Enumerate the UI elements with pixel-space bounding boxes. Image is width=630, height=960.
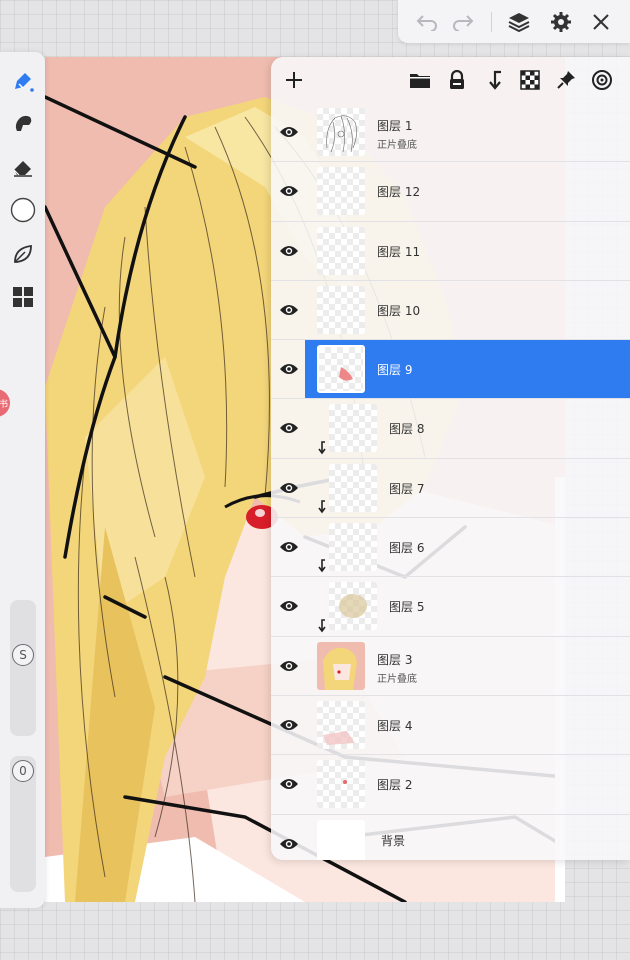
opacity-knob[interactable]: 0 [12, 760, 34, 782]
clip-icon[interactable] [481, 67, 507, 93]
leaf-icon[interactable] [8, 239, 38, 269]
target-icon[interactable] [589, 67, 615, 93]
toolbar-divider [491, 12, 492, 32]
eye-icon[interactable] [277, 476, 301, 500]
brush-size-slider[interactable]: S [10, 600, 36, 736]
close-icon[interactable] [586, 8, 616, 36]
lock-icon[interactable] [444, 67, 470, 93]
folder-icon[interactable] [407, 67, 433, 93]
eye-icon[interactable] [277, 357, 301, 381]
layers-icon[interactable] [504, 8, 534, 36]
pin-icon[interactable] [553, 67, 579, 93]
layer-thumbnail[interactable] [317, 285, 365, 334]
layer-thumbnail[interactable] [317, 167, 365, 216]
opacity-label: 0 [19, 764, 27, 778]
top-toolbar [398, 0, 630, 43]
layer-blend-mode: 正片叠底 [377, 673, 417, 685]
layer-thumbnail[interactable] [329, 463, 377, 512]
brush-icon[interactable] [8, 66, 38, 96]
layer-row[interactable]: 图层 12 [271, 162, 630, 222]
layer-name: 图层 3 [377, 652, 413, 667]
eye-icon[interactable] [277, 713, 301, 737]
eye-icon[interactable] [277, 179, 301, 203]
undo-icon[interactable] [412, 8, 442, 36]
eye-icon[interactable] [277, 832, 301, 856]
smudge-icon[interactable] [8, 108, 38, 138]
layer-row[interactable]: 图层 3 正片叠底 [271, 637, 630, 696]
layer-row[interactable]: 图层 2 [271, 755, 630, 815]
gear-icon[interactable] [546, 8, 576, 36]
layer-thumbnail[interactable] [329, 404, 377, 453]
color-circle-icon[interactable] [8, 195, 38, 225]
add-icon[interactable] [281, 67, 307, 93]
layer-row[interactable]: 图层 4 [271, 696, 630, 756]
layer-name: 图层 4 [377, 718, 413, 733]
layer-thumbnail[interactable] [317, 108, 365, 156]
eye-icon[interactable] [277, 654, 301, 678]
redo-icon[interactable] [448, 8, 478, 36]
layer-row[interactable]: 图层 10 [271, 281, 630, 341]
clipping-arrow-icon [315, 558, 329, 573]
layer-row[interactable]: 图层 1 正片叠底 [271, 103, 630, 163]
layer-name: 图层 2 [377, 778, 413, 793]
layer-name: 图层 1 [377, 119, 413, 133]
layer-name: 图层 10 [377, 303, 421, 318]
layer-thumbnail[interactable] [317, 819, 365, 860]
layer-thumbnail[interactable] [317, 760, 365, 809]
layers-header [271, 57, 630, 103]
tool-panel: 书 S 0 [0, 52, 45, 908]
brush-size-knob[interactable]: S [12, 644, 34, 666]
layer-thumbnail[interactable] [329, 582, 377, 631]
layer-blend-mode: 正片叠底 [377, 140, 417, 151]
grid-icon[interactable] [8, 282, 38, 312]
eye-icon[interactable] [277, 298, 301, 322]
layer-row[interactable]: 图层 11 [271, 222, 630, 281]
eye-icon[interactable] [277, 416, 301, 440]
eye-icon[interactable] [277, 239, 301, 263]
checker-icon[interactable] [517, 67, 543, 93]
layer-name: 图层 5 [389, 600, 425, 615]
eye-icon[interactable] [277, 120, 301, 144]
layer-name: 图层 12 [377, 185, 421, 200]
layer-name: 图层 6 [389, 541, 425, 556]
layer-name: 图层 8 [389, 422, 425, 437]
opacity-slider[interactable]: 0 [10, 756, 36, 892]
layer-row[interactable]: 图层 6 [271, 518, 630, 578]
layers-panel: 图层 1 正片叠底 图层 12 图层 11 图层 10 图层 9 图层 8 图层 7 图层 6图… [271, 57, 630, 860]
layer-row[interactable]: 图层 5 [271, 577, 630, 637]
clipping-arrow-icon [315, 618, 329, 633]
clipping-arrow-icon [315, 440, 329, 455]
layer-row[interactable]: 图层 9 [271, 340, 630, 400]
layer-name: 背景 [381, 833, 406, 848]
eye-icon[interactable] [277, 594, 301, 618]
eye-icon[interactable] [277, 772, 301, 796]
brush-size-label: S [19, 648, 27, 662]
layer-name: 图层 9 [377, 363, 413, 378]
layer-thumbnail[interactable] [317, 700, 365, 749]
layer-row[interactable]: 背景 [271, 815, 630, 860]
quick-menu-label: 书 [0, 399, 8, 410]
layer-list: 图层 1 正片叠底 图层 12 图层 11 图层 10 图层 9 图层 8 图层 7 图层 6图… [271, 103, 630, 860]
layer-name: 图层 7 [389, 481, 425, 496]
eraser-icon[interactable] [8, 152, 38, 182]
layer-name: 图层 11 [377, 244, 421, 259]
layer-thumbnail[interactable] [317, 345, 365, 394]
layer-thumbnail[interactable] [317, 641, 365, 690]
clipping-arrow-icon [315, 499, 329, 514]
quick-menu-tab[interactable]: 书 [0, 389, 10, 417]
layer-row[interactable]: 图层 8 [271, 399, 630, 459]
layer-thumbnail[interactable] [329, 523, 377, 572]
layer-thumbnail[interactable] [317, 226, 365, 275]
layer-row[interactable]: 图层 7 [271, 459, 630, 519]
eye-icon[interactable] [277, 535, 301, 559]
